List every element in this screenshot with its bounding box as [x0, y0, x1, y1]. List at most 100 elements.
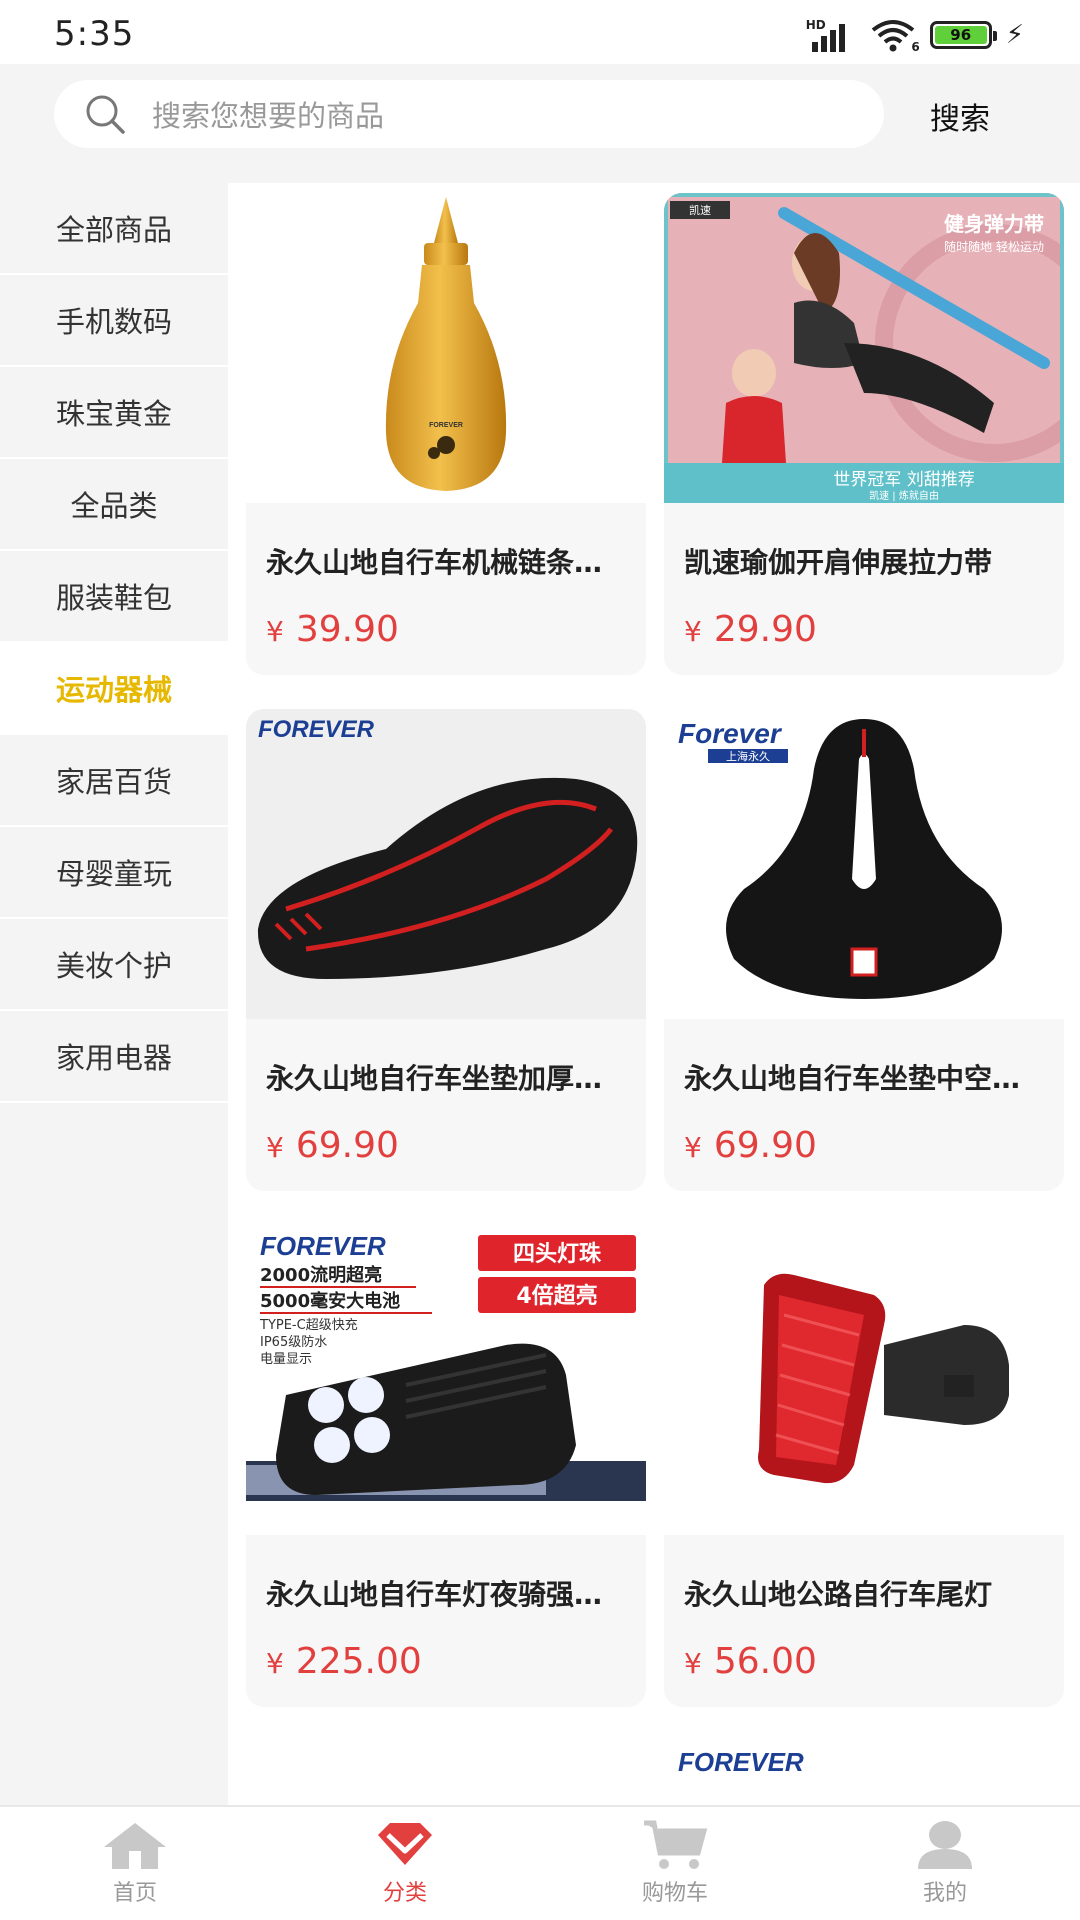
sidebar-item-beauty[interactable]: 美妆个护 — [0, 919, 228, 1011]
product-title: 永久山地自行车坐垫加厚舒适 — [266, 1062, 631, 1095]
nav-label: 我的 — [922, 1881, 967, 1906]
product-banner: 世界冠军 刘甜推荐 — [833, 470, 974, 490]
product-card[interactable]: 永久山地公路自行车尾灯 ¥56.00 — [664, 1225, 1064, 1707]
product-price: ¥225.00 — [246, 1613, 646, 1682]
cart-icon — [644, 1820, 708, 1869]
sidebar-item-full-category[interactable]: 全品类 — [0, 459, 228, 551]
sidebar-item-all[interactable]: 全部商品 — [0, 183, 228, 275]
product-feature-4: IP65级防水 — [260, 1334, 327, 1350]
sidebar-item-label: 服装鞋包 — [55, 581, 172, 615]
product-feature-2: 5000毫安大电池 — [260, 1290, 400, 1312]
product-price: ¥69.90 — [664, 1097, 1064, 1166]
bottom-nav: 首页 分类 购物车 我的 — [0, 1805, 1080, 1920]
nav-cart[interactable]: 购物车 — [540, 1807, 810, 1920]
product-card[interactable]: Forever 上海永久 永久山地自行车坐垫中空透气 ¥69.90 — [664, 709, 1064, 1191]
sidebar-item-sports[interactable]: 运动器械 — [0, 643, 228, 735]
product-card[interactable]: FOREVER 2000流明超亮 5000毫安大电池 TYPE-C超级快充 IP… — [246, 1225, 646, 1707]
search-input[interactable]: 搜索您想要的商品 — [54, 80, 884, 148]
product-feature-5: 电量显示 — [260, 1352, 312, 1367]
product-title: 永久山地自行车灯夜骑强光手电 — [266, 1578, 646, 1611]
product-card[interactable]: FOREVER 永久山地自行车坐垫加厚舒适 ¥69.90 — [246, 709, 646, 1191]
search-placeholder: 搜索您想要的商品 — [152, 99, 385, 133]
sidebar-item-baby[interactable]: 母婴童玩 — [0, 827, 228, 919]
sidebar-item-label: 手机数码 — [55, 305, 172, 339]
product-price: ¥39.90 — [246, 581, 646, 650]
product-card[interactable] — [246, 1741, 646, 1805]
home-icon — [104, 1823, 166, 1869]
wifi-icon: 6 — [870, 18, 920, 54]
wifi-label: 6 — [911, 40, 920, 54]
nav-label: 购物车 — [641, 1881, 708, 1906]
search-button[interactable]: 搜索 — [930, 94, 990, 138]
price-value: 56.00 — [713, 1641, 817, 1682]
product-image — [664, 1225, 1064, 1535]
product-brand-label: FOREVER — [258, 716, 375, 743]
status-icons: HD 6 96 ⚡ — [806, 18, 1024, 54]
product-list: FOREVER 永久山地自行车机械链条润滑油 ¥39.90 凯速 健身弹力带 随… — [228, 183, 1080, 1805]
battery-level: 96 — [950, 26, 972, 44]
product-image: FOREVER 2000流明超亮 5000毫安大电池 TYPE-C超级快充 IP… — [246, 1225, 646, 1535]
product-image: FOREVER — [246, 709, 646, 1019]
product-image: FOREVER — [246, 193, 646, 503]
price-value: 225.00 — [295, 1641, 422, 1682]
currency-symbol: ¥ — [266, 1131, 284, 1164]
sidebar-item-label: 运动器械 — [55, 673, 172, 707]
sidebar-item-label: 珠宝黄金 — [55, 397, 172, 431]
status-bar: 5:35 HD 6 96 ⚡ — [0, 0, 1080, 64]
currency-symbol: ¥ — [684, 1131, 702, 1164]
battery-icon: 96 — [929, 21, 997, 49]
sidebar-item-apparel[interactable]: 服装鞋包 — [0, 551, 228, 643]
product-banner-sub: 凯速 | 炼就自由 — [869, 489, 939, 502]
product-image: Forever 上海永久 — [664, 709, 1064, 1019]
nav-label: 首页 — [112, 1881, 157, 1906]
product-brand-label: FOREVER — [260, 1231, 386, 1261]
product-price: ¥69.90 — [246, 1097, 646, 1166]
product-card[interactable]: FOREVER 永久山地自行车机械链条润滑油 ¥39.90 — [246, 193, 646, 675]
product-brand-label: FOREVER — [429, 422, 463, 429]
charging-icon: ⚡ — [1005, 20, 1024, 50]
product-title: 凯速瑜伽开肩伸展拉力带 — [684, 546, 993, 579]
product-card[interactable]: 凯速 健身弹力带 随时随地 轻松运动 世界冠军 刘甜推荐 凯速 | 炼就自由 凯… — [664, 193, 1064, 675]
product-badge-1: 四头灯珠 — [513, 1242, 602, 1267]
nav-category[interactable]: 分类 — [270, 1807, 540, 1920]
sidebar-item-label: 家居百货 — [55, 765, 172, 799]
price-value: 69.90 — [295, 1125, 399, 1166]
signal-icon: HD — [806, 18, 856, 52]
sidebar-item-label: 母婴童玩 — [55, 857, 172, 891]
product-price: ¥56.00 — [664, 1613, 1064, 1682]
sidebar-item-digital[interactable]: 手机数码 — [0, 275, 228, 367]
sidebar-item-appliances[interactable]: 家用电器 — [0, 1011, 228, 1103]
price-value: 29.90 — [713, 609, 817, 650]
search-header: 搜索您想要的商品 搜索 — [0, 64, 1080, 168]
product-brand-label: FOREVER — [678, 1747, 804, 1777]
currency-symbol: ¥ — [684, 615, 702, 648]
sidebar-item-home[interactable]: 家居百货 — [0, 735, 228, 827]
sidebar-item-label: 家用电器 — [55, 1041, 172, 1075]
product-title: 永久山地自行车坐垫中空透气 — [684, 1062, 1049, 1095]
product-badge-2: 4倍超亮 — [516, 1283, 597, 1309]
product-headline: 健身弹力带 — [944, 212, 1044, 236]
product-subline: 随时随地 轻松运动 — [944, 239, 1044, 254]
product-card[interactable]: FOREVER — [664, 1741, 1064, 1805]
nav-home[interactable]: 首页 — [0, 1807, 270, 1920]
sidebar-item-jewelry[interactable]: 珠宝黄金 — [0, 367, 228, 459]
product-brand-label: 凯速 — [689, 204, 711, 217]
product-feature-1: 2000流明超亮 — [260, 1264, 382, 1286]
product-price: ¥29.90 — [664, 581, 1064, 650]
currency-symbol: ¥ — [266, 1647, 284, 1680]
sidebar-item-label: 全品类 — [70, 489, 158, 523]
nav-label: 分类 — [382, 1881, 427, 1906]
currency-symbol: ¥ — [684, 1647, 702, 1680]
product-title: 永久山地自行车机械链条润滑油 — [266, 546, 646, 579]
sidebar-item-label: 美妆个护 — [55, 949, 172, 983]
nav-profile[interactable]: 我的 — [810, 1807, 1080, 1920]
product-brand-label: Forever — [678, 718, 783, 749]
category-sidebar: 全部商品 手机数码 珠宝黄金 全品类 服装鞋包 运动器械 家居百货 母婴童玩 美… — [0, 183, 228, 1805]
product-title: 永久山地公路自行车尾灯 — [684, 1578, 993, 1611]
status-time: 5:35 — [54, 14, 135, 54]
currency-symbol: ¥ — [266, 615, 284, 648]
product-feature-3: TYPE-C超级快充 — [259, 1317, 358, 1333]
profile-icon — [918, 1821, 972, 1869]
product-image: 凯速 健身弹力带 随时随地 轻松运动 世界冠军 刘甜推荐 凯速 | 炼就自由 — [664, 193, 1064, 503]
price-value: 69.90 — [713, 1125, 817, 1166]
